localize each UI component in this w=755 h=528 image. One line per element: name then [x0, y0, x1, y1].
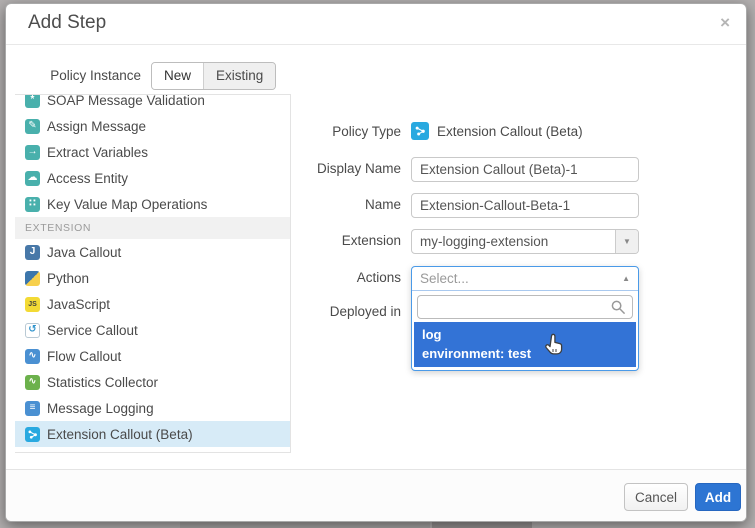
- java-callout-icon: J: [25, 245, 40, 260]
- flow-callout-icon: ∿: [25, 349, 40, 364]
- python-icon: [25, 271, 40, 286]
- cancel-button[interactable]: Cancel: [624, 483, 688, 511]
- extension-select-button[interactable]: ▼: [615, 230, 638, 253]
- display-name-input[interactable]: [411, 157, 639, 182]
- chevron-up-icon: ▲: [622, 275, 630, 283]
- sidebar-item-key-value-map-operations[interactable]: ∷ Key Value Map Operations: [15, 191, 290, 217]
- sidebar-item-access-entity[interactable]: ☁ Access Entity: [15, 165, 290, 191]
- share-nodes-icon: [414, 125, 426, 137]
- sidebar-item-extension-callout-beta[interactable]: Extension Callout (Beta): [15, 421, 290, 447]
- actions-options-list: log environment: test: [414, 322, 636, 367]
- dialog-header: Add Step ×: [6, 4, 746, 45]
- actions-option-log[interactable]: log environment: test: [414, 322, 636, 367]
- add-step-dialog: Add Step × Policy Instance New Existing …: [5, 3, 747, 522]
- policy-list: * SOAP Message Validation ✎ Assign Message →…: [15, 94, 291, 453]
- policy-instance-label: Policy Instance: [6, 62, 141, 90]
- action-option-title: log: [422, 325, 628, 344]
- sidebar-item-label: Assign Message: [47, 119, 146, 134]
- toggle-new-button[interactable]: New: [152, 63, 203, 89]
- name-label: Name: [251, 197, 401, 213]
- sidebar-section-extension: EXTENSION: [15, 217, 290, 239]
- sidebar-item-message-logging[interactable]: ≡ Message Logging: [15, 395, 290, 421]
- assign-message-icon: ✎: [25, 119, 40, 134]
- policy-instance-toggle: New Existing: [151, 62, 276, 90]
- sidebar-item-label: Message Logging: [47, 401, 154, 416]
- sidebar-item-label: Key Value Map Operations: [47, 197, 207, 212]
- sidebar-item-javascript[interactable]: JS JavaScript: [15, 291, 290, 317]
- sidebar-item-java-callout[interactable]: J Java Callout: [15, 239, 290, 265]
- deployed-in-label: Deployed in: [251, 304, 401, 320]
- background-page-content: [432, 521, 532, 528]
- sidebar-item-assign-message[interactable]: ✎ Assign Message: [15, 113, 290, 139]
- sidebar-item-statistics-collector[interactable]: ∿ Statistics Collector: [15, 369, 290, 395]
- dialog-title: Add Step: [28, 12, 106, 34]
- actions-search: [412, 291, 638, 322]
- dialog-footer: Cancel Add: [6, 469, 746, 521]
- extract-variables-icon: →: [25, 145, 40, 160]
- sidebar-item-label: Access Entity: [47, 171, 128, 186]
- sidebar-item-label: Python: [47, 271, 89, 286]
- key-value-map-operations-icon: ∷: [25, 197, 40, 212]
- chevron-down-icon: ▼: [623, 238, 631, 246]
- javascript-icon: JS: [25, 297, 40, 312]
- name-input[interactable]: [411, 193, 639, 218]
- sidebar-item-label: Statistics Collector: [47, 375, 158, 390]
- add-button[interactable]: Add: [695, 483, 741, 511]
- actions-search-input[interactable]: [417, 295, 633, 319]
- message-logging-icon: ≡: [25, 401, 40, 416]
- extension-callout-icon: [411, 122, 429, 140]
- extension-select[interactable]: my-logging-extension ▼: [411, 229, 639, 254]
- sidebar-item-label: Java Callout: [47, 245, 121, 260]
- extension-callout-beta-icon: [25, 427, 40, 442]
- toggle-existing-button[interactable]: Existing: [203, 63, 275, 89]
- close-icon[interactable]: ×: [720, 13, 730, 33]
- sidebar-item-python[interactable]: Python: [15, 265, 290, 291]
- actions-dropdown-toggle[interactable]: Select... ▲: [412, 267, 638, 291]
- search-icon: [611, 300, 626, 315]
- background-page-content: [180, 521, 430, 528]
- sidebar-item-label: Flow Callout: [47, 349, 121, 364]
- sidebar-item-soap-message-validation[interactable]: * SOAP Message Validation: [15, 94, 290, 113]
- sidebar-item-label: SOAP Message Validation: [47, 94, 205, 108]
- mouse-cursor-hand-icon: [542, 332, 566, 358]
- access-entity-icon: ☁: [25, 171, 40, 186]
- action-option-subtitle: environment: test: [422, 344, 628, 363]
- policy-type-label: Policy Type: [251, 124, 401, 140]
- sidebar-item-extract-variables[interactable]: → Extract Variables: [15, 139, 290, 165]
- actions-dropdown: Select... ▲ log environment: test: [411, 266, 639, 371]
- sidebar-item-label: JavaScript: [47, 297, 110, 312]
- extension-select-value: my-logging-extension: [420, 230, 548, 253]
- extension-label: Extension: [251, 233, 401, 249]
- sidebar-item-label: Service Callout: [47, 323, 138, 338]
- soap-message-validation-icon: *: [25, 94, 40, 108]
- page-background: Add Step × Policy Instance New Existing …: [0, 0, 755, 528]
- service-callout-icon: ↺: [25, 323, 40, 338]
- sidebar-item-flow-callout[interactable]: ∿ Flow Callout: [15, 343, 290, 369]
- policy-type-value: Extension Callout (Beta): [437, 124, 583, 139]
- sidebar-item-label: Extension Callout (Beta): [47, 427, 193, 442]
- actions-placeholder: Select...: [420, 271, 469, 286]
- sidebar-item-label: Extract Variables: [47, 145, 148, 160]
- statistics-collector-icon: ∿: [25, 375, 40, 390]
- actions-label: Actions: [251, 270, 401, 286]
- share-nodes-icon: [27, 429, 38, 440]
- display-name-label: Display Name: [251, 161, 401, 177]
- sidebar-item-service-callout[interactable]: ↺ Service Callout: [15, 317, 290, 343]
